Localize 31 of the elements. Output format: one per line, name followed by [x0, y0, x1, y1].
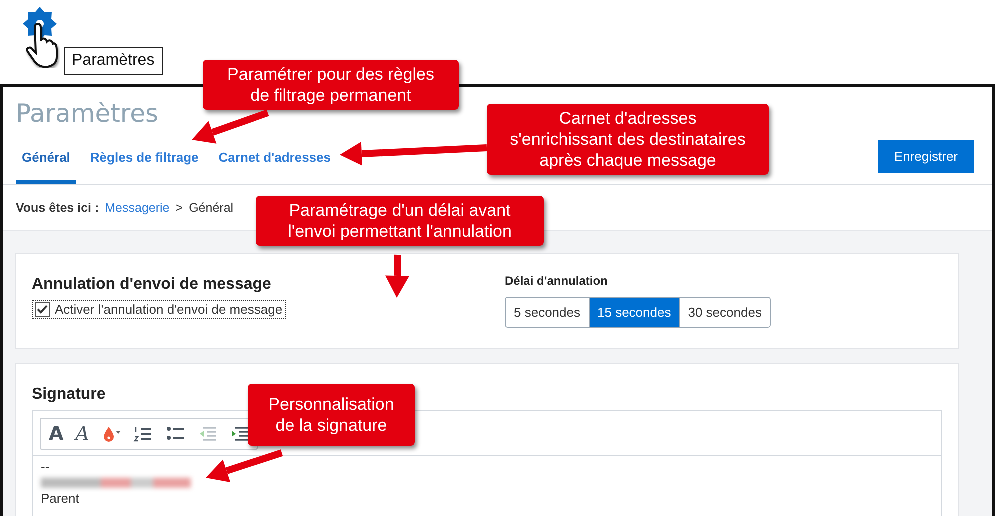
- checkbox[interactable]: [35, 302, 50, 317]
- numbered-list-icon[interactable]: [133, 425, 154, 443]
- callout: Paramétrage d'un délai avant l'envoi permettant l'annulation: [256, 196, 544, 246]
- callout: Personnalisation de la signature: [248, 384, 415, 446]
- checkbox-label: Activer l'annulation d'envoi de message: [55, 302, 283, 317]
- breadcrumb-label: Vous êtes ici :: [16, 201, 100, 215]
- tab[interactable]: Carnet d'adresses: [212, 142, 337, 184]
- indent-icon[interactable]: [229, 425, 250, 443]
- tab[interactable]: Général: [16, 142, 76, 184]
- callout: Carnet d'adresses s'enrichissant des destinataires après chaque message: [487, 104, 769, 175]
- tooltip: Paramètres: [64, 47, 163, 75]
- bullet-list-icon[interactable]: [165, 425, 186, 443]
- page-title: Paramètres: [16, 99, 159, 128]
- save-button[interactable]: Enregistrer: [878, 140, 974, 173]
- breadcrumb-current: Général: [189, 201, 234, 215]
- italic-button[interactable]: A: [76, 424, 90, 444]
- text-color-icon[interactable]: [101, 425, 122, 443]
- bold-button[interactable]: A: [49, 424, 64, 444]
- segment-option[interactable]: 5 secondes: [506, 298, 590, 327]
- field-label: Délai d'annulation: [505, 274, 609, 288]
- signature-line: --: [41, 459, 51, 475]
- signature-line: Parent: [41, 491, 80, 507]
- section-title: Signature: [32, 386, 106, 404]
- arrow: [386, 254, 410, 298]
- breadcrumb-link[interactable]: Messagerie: [105, 201, 170, 215]
- segment-option[interactable]: 15 secondes: [590, 298, 680, 327]
- callout: Paramétrer pour des règles de filtrage permanent: [203, 60, 459, 110]
- hand-cursor-icon: [24, 20, 60, 68]
- section-title: Annulation d'envoi de message: [32, 276, 272, 294]
- tab[interactable]: Règles de filtrage: [84, 142, 205, 184]
- breadcrumb-separator: >: [176, 201, 184, 215]
